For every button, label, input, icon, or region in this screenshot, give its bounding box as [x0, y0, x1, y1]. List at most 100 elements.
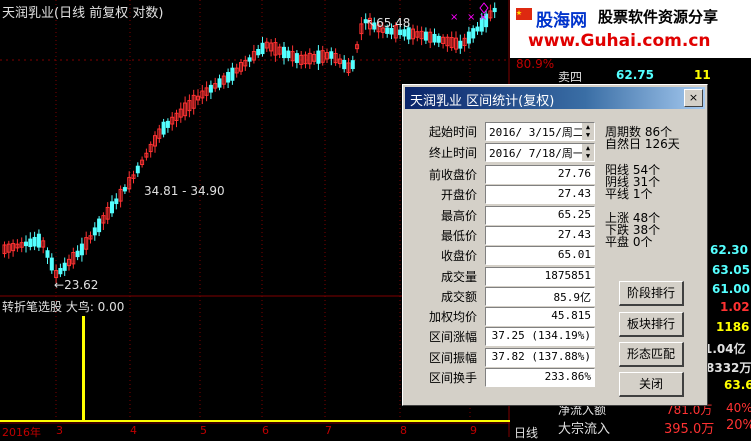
- flow-row-pct: 20%: [726, 418, 751, 433]
- pct-label: 80.9%: [516, 57, 555, 71]
- brand-slogan: 股票软件资源分享: [598, 8, 719, 26]
- candle-body: [122, 187, 127, 192]
- pattern-match-button[interactable]: 形态匹配: [619, 342, 684, 367]
- stat-row-label: 前收盘价: [428, 168, 477, 182]
- candle-body: [329, 51, 334, 59]
- signal-marker-icon: ×: [467, 12, 475, 23]
- flow-row-value: 395.0万: [664, 422, 715, 437]
- chart-title: 天润乳业(日线 前复权 对数): [2, 6, 164, 21]
- candle-body: [260, 42, 265, 55]
- dialog-titlebar[interactable]: 天润乳业 区间统计(复权) ×: [405, 87, 705, 109]
- candle-body: [45, 250, 50, 258]
- candle-body: [402, 29, 407, 37]
- stat-row-label: 最高价: [440, 208, 477, 223]
- stat-row-label: 区间换手: [428, 371, 477, 385]
- candle-body: [110, 201, 114, 214]
- close-icon[interactable]: ×: [684, 89, 703, 107]
- date-spinner-icon[interactable]: ▲ ▼: [582, 123, 594, 140]
- indicator-spike: [82, 316, 85, 422]
- candle-body: [165, 120, 170, 128]
- range-label: 34.81 - 34.90: [144, 184, 225, 198]
- stat-row-value: 37.25 (134.19%): [491, 329, 591, 343]
- candle-body: [79, 243, 84, 256]
- flow-row-label: 大宗流入: [558, 422, 611, 437]
- right-value: 1186: [716, 320, 750, 334]
- candle-body: [282, 46, 286, 59]
- candle-body: [58, 267, 63, 275]
- stat-row-label: 加权均价: [428, 310, 477, 325]
- stat-row-value: 27.76: [557, 167, 591, 180]
- candle-body: [247, 57, 252, 62]
- stat-row-value-field: 27.43: [485, 225, 595, 245]
- stat-row-label: 开盘价: [440, 188, 477, 203]
- sell4-volume: 11: [694, 68, 711, 82]
- brand-name: 股海网: [536, 11, 587, 31]
- end-time-label: 终止时间: [428, 146, 477, 160]
- interval-stats-dialog: 天润乳业 区间统计(复权) × 起始时间 2016/ 3/15/周二 ▲ ▼ 终止…: [402, 84, 708, 406]
- candle-body: [62, 262, 67, 271]
- candle-body: [471, 28, 476, 39]
- peak-arrow-icon: ↖: [366, 16, 377, 30]
- stat-row-label: 成交量: [440, 269, 477, 284]
- axis-month-label: 5: [200, 424, 207, 437]
- right-value: 62.30: [710, 243, 748, 257]
- close-button[interactable]: 关闭: [619, 372, 684, 397]
- stat-row-value-field: 27.76: [485, 165, 595, 184]
- brand-url[interactable]: www.Guhai.com.cn: [528, 31, 711, 51]
- candle-body: [475, 26, 480, 32]
- candle-body: [492, 7, 497, 13]
- tab-daily[interactable]: 日线: [514, 424, 538, 441]
- candle-body: [97, 218, 102, 233]
- axis-month-label: 3: [56, 424, 63, 437]
- stat-row-value: 233.86%: [544, 370, 591, 383]
- stat-row-value: 65.01: [557, 248, 591, 262]
- candle-body: [32, 236, 37, 247]
- low-arrow-icon: ←: [54, 278, 65, 292]
- stat-row-value: 1875851: [544, 268, 591, 282]
- candle-body: [466, 31, 471, 44]
- candle-body: [230, 67, 235, 81]
- sector-rank-button[interactable]: 板块排行: [619, 312, 684, 337]
- candle-body: [350, 60, 355, 70]
- candle-body: [49, 257, 54, 271]
- indicator-label: 转折笔选股 大鸟: 0.00: [2, 300, 125, 314]
- axis-month-label: 8: [400, 424, 407, 437]
- end-date-picker[interactable]: 2016/ 7/18/周一 ▲ ▼: [485, 143, 595, 162]
- stat-flat-candle: 平线 1个: [605, 187, 653, 201]
- stat-row-value-field: 85.9亿: [485, 286, 595, 306]
- right-value: 63.6: [724, 378, 751, 392]
- start-date-picker[interactable]: 2016/ 3/15/周二 ▲ ▼: [485, 122, 595, 141]
- sell4-label: 卖四: [558, 70, 583, 84]
- right-value: 1.04亿: [704, 342, 746, 356]
- stat-row-value-field: 65.01: [485, 246, 595, 266]
- segment-rank-button[interactable]: 阶段排行: [619, 281, 684, 306]
- sell4-price: 62.75: [616, 68, 654, 82]
- candle-body: [24, 241, 28, 247]
- right-value: 1.02: [720, 300, 750, 314]
- candle-body: [423, 31, 428, 41]
- candle-body: [161, 121, 166, 135]
- date-spinner-icon[interactable]: ▲ ▼: [582, 144, 594, 161]
- flow-row-pct: 40%: [726, 401, 751, 415]
- stat-natural-days: 自然日 126天: [605, 137, 680, 151]
- stat-row-value-field: 233.86%: [485, 368, 595, 387]
- candle-body: [217, 78, 222, 88]
- stat-row-value-field: 27.43: [485, 185, 595, 205]
- start-date-value: 2016/ 3/15/周二: [489, 126, 584, 139]
- axis-month-label: 7: [325, 424, 332, 437]
- candle-body: [135, 165, 140, 174]
- stat-row-value: 27.43: [557, 187, 591, 201]
- candle-body: [436, 35, 441, 43]
- peak-price-label: ↖65.48: [366, 16, 411, 30]
- site-banner[interactable]: 股海网 股票软件资源分享 www.Guhai.com.cn: [510, 0, 751, 58]
- stat-row-value: 27.43: [557, 227, 591, 241]
- stat-row-value: 37.82 (137.88%): [491, 349, 591, 363]
- stat-row-value-field: 1875851: [485, 266, 595, 286]
- candle-body: [28, 238, 33, 248]
- candle-body: [226, 71, 231, 83]
- china-flag-icon: [516, 8, 532, 20]
- stat-row-label: 区间涨幅: [428, 330, 477, 345]
- axis-month-label: 9: [470, 424, 477, 437]
- candle-body: [294, 53, 299, 63]
- stat-row-label: 成交额: [440, 289, 477, 304]
